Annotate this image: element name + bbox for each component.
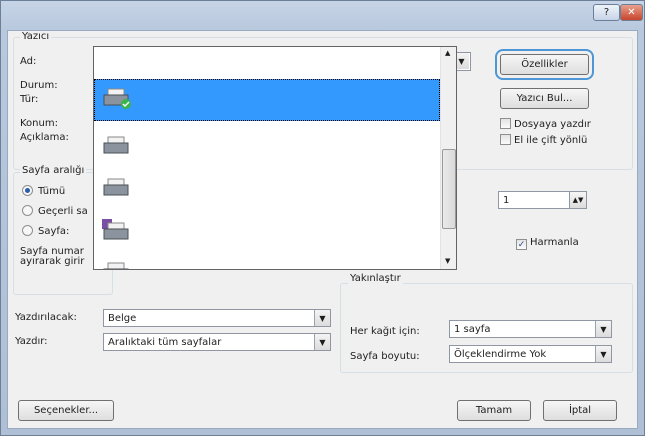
- scroll-down-icon[interactable]: ▼: [445, 257, 450, 265]
- status-label: Durum:: [20, 80, 58, 91]
- print-label: Yazdır:: [15, 336, 48, 347]
- radio-icon: [22, 185, 33, 196]
- print-what-label: Yazdırılacak:: [15, 312, 77, 323]
- checkbox-icon: [500, 118, 511, 129]
- collate-label: Harmanla: [530, 237, 579, 248]
- cancel-button[interactable]: İptal: [543, 400, 617, 421]
- properties-button[interactable]: Özellikler: [495, 49, 594, 80]
- scale-combo[interactable]: Ölçeklendirme Yok ▼: [449, 345, 612, 363]
- printer-icon: [103, 178, 129, 196]
- comment-label: Açıklama:: [20, 132, 69, 143]
- find-printer-button[interactable]: Yazıcı Bul...: [500, 88, 589, 109]
- chevron-down-icon: ▼: [595, 346, 611, 362]
- copies-input[interactable]: 1: [498, 191, 570, 209]
- scroll-up-icon[interactable]: ▲: [445, 49, 450, 57]
- name-label: Ad:: [20, 56, 37, 67]
- help-button[interactable]: ?: [593, 4, 620, 21]
- per-sheet-label: Her kağıt için:: [350, 326, 420, 337]
- find-printer-label: Yazıcı Bul...: [516, 93, 573, 104]
- page-range-label: Sayfa aralığı: [20, 165, 87, 176]
- radio-icon: [22, 205, 33, 216]
- close-button[interactable]: ✕: [620, 4, 643, 21]
- chevron-down-icon: ▼: [314, 334, 330, 350]
- print-what-combo[interactable]: Belge ▼: [103, 309, 331, 327]
- list-item[interactable]: [94, 251, 440, 269]
- all-radio[interactable]: Tümü: [22, 185, 65, 197]
- current-label: Geçerli sa: [38, 206, 88, 217]
- cancel-label: İptal: [568, 405, 592, 416]
- chevron-down-icon: ▼: [314, 310, 330, 326]
- checkmark-icon: ✓: [516, 239, 527, 250]
- dropdown-scrollbar[interactable]: ▲ ▼: [440, 47, 456, 269]
- print-value: Aralıktaki tüm sayfalar: [108, 336, 222, 348]
- scrollbar-thumb[interactable]: [442, 149, 456, 229]
- copies-value: 1: [503, 194, 510, 206]
- list-item[interactable]: [94, 167, 440, 209]
- print-combo[interactable]: Aralıktaki tüm sayfalar ▼: [103, 333, 331, 351]
- per-sheet-value: 1 sayfa: [454, 323, 491, 335]
- scale-label: Sayfa boyutu:: [350, 351, 420, 362]
- zoom-group-label: Yakınlaştır: [348, 273, 403, 284]
- radio-icon: [22, 225, 33, 236]
- printer-icon: [103, 262, 129, 269]
- print-to-file-label: Dosyaya yazdır: [514, 119, 591, 130]
- checkbox-icon: [500, 134, 511, 145]
- properties-label: Özellikler: [521, 59, 568, 70]
- options-button[interactable]: Seçenekler...: [18, 400, 114, 421]
- list-item-selected[interactable]: [94, 79, 440, 121]
- manual-duplex-label: El ile çift yönlü: [514, 135, 588, 146]
- per-sheet-combo[interactable]: 1 sayfa ▼: [449, 320, 612, 338]
- printer-icon: [103, 136, 129, 154]
- chevron-down-icon: ▼: [595, 321, 611, 337]
- ok-button[interactable]: Tamam: [457, 400, 531, 421]
- spinner-arrows-icon: ▲▼: [572, 196, 584, 204]
- printer-icon: [103, 88, 131, 109]
- pages-radio[interactable]: Sayfa:: [22, 225, 69, 237]
- printer-dropdown-list[interactable]: ▲ ▼: [93, 46, 457, 270]
- location-label: Konum:: [20, 118, 58, 129]
- printer-group-label: Yazıcı: [20, 31, 52, 42]
- collate-checkbox[interactable]: ✓ Harmanla: [516, 237, 579, 250]
- all-label: Tümü: [38, 186, 66, 197]
- pages-label: Sayfa:: [38, 226, 70, 237]
- print-to-file-checkbox[interactable]: Dosyaya yazdır: [500, 118, 591, 130]
- fax-printer-icon: [102, 219, 129, 240]
- range-hint-2: ayırarak girir: [20, 256, 85, 267]
- list-item[interactable]: [94, 125, 440, 167]
- type-label: Tür:: [20, 94, 39, 105]
- help-icon: ?: [603, 7, 610, 18]
- close-icon: ✕: [627, 7, 636, 18]
- manual-duplex-checkbox[interactable]: El ile çift yönlü: [500, 134, 587, 146]
- print-what-value: Belge: [108, 312, 137, 324]
- current-radio[interactable]: Geçerli sa: [22, 205, 88, 217]
- list-item[interactable]: [94, 209, 440, 251]
- scale-value: Ölçeklendirme Yok: [454, 348, 547, 360]
- ok-label: Tamam: [475, 405, 513, 416]
- options-label: Seçenekler...: [33, 405, 99, 416]
- copies-spinner[interactable]: ▲▼: [569, 191, 587, 209]
